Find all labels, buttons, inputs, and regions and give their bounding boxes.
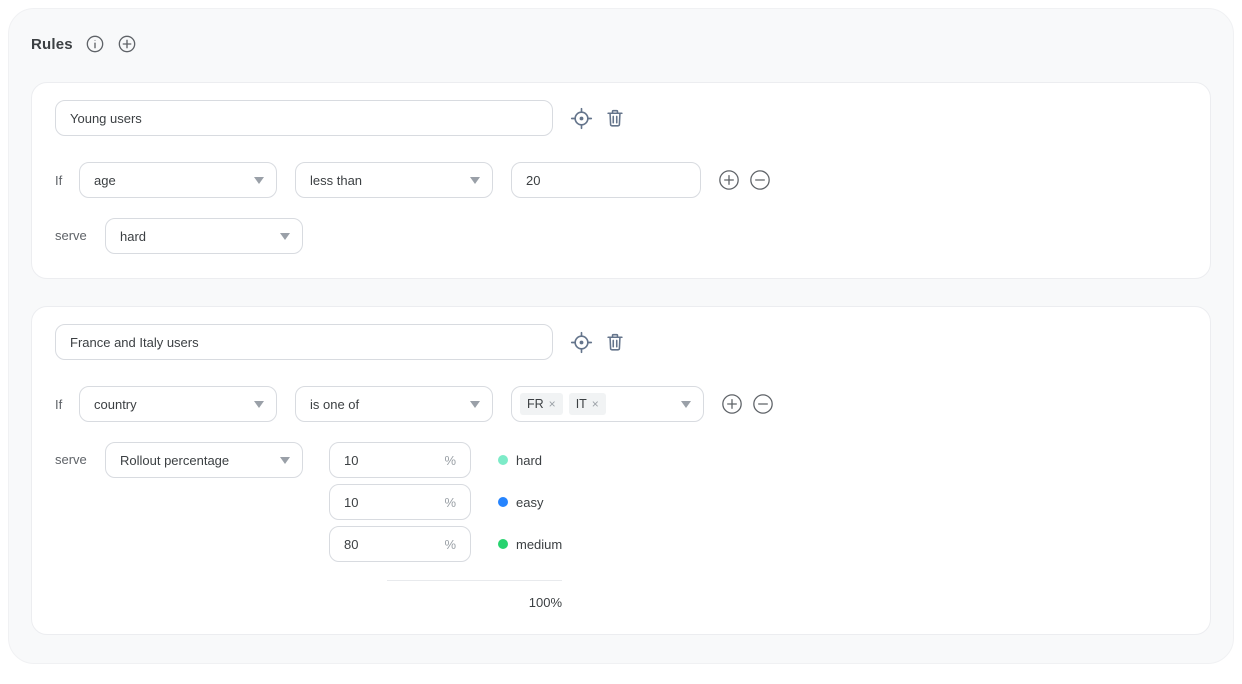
condition-buttons bbox=[704, 393, 774, 415]
add-rule-button[interactable] bbox=[117, 34, 137, 54]
variant-dot bbox=[498, 497, 508, 507]
chip-remove-icon[interactable]: × bbox=[592, 398, 599, 410]
percent-sign: % bbox=[444, 453, 456, 468]
trash-icon[interactable] bbox=[604, 107, 626, 129]
variant-label: medium bbox=[516, 537, 562, 552]
rule-card: If country is one of FR × IT × bbox=[31, 306, 1211, 635]
percent-input[interactable]: 10 % bbox=[329, 442, 471, 478]
rule-name-input[interactable] bbox=[55, 100, 553, 136]
rules-panel: Rules bbox=[8, 8, 1234, 664]
value-chip-label: FR bbox=[527, 397, 544, 411]
minus-circle-icon[interactable] bbox=[752, 393, 774, 415]
attribute-select[interactable]: country bbox=[79, 386, 277, 422]
percent-value: 10 bbox=[344, 453, 358, 468]
info-icon[interactable] bbox=[85, 34, 105, 54]
chip-remove-icon[interactable]: × bbox=[549, 398, 556, 410]
rollout-total: 100% bbox=[329, 595, 562, 610]
condition-row: If age less than bbox=[55, 162, 1187, 198]
plus-circle-icon[interactable] bbox=[721, 393, 743, 415]
chevron-down-icon bbox=[254, 177, 264, 184]
rule-name-input[interactable] bbox=[55, 324, 553, 360]
serve-row: serve hard bbox=[55, 218, 1187, 254]
variant-row: 10 % hard bbox=[329, 442, 562, 478]
rollout-divider bbox=[387, 580, 562, 581]
attribute-select-value: age bbox=[94, 173, 116, 188]
plus-circle-icon[interactable] bbox=[718, 169, 740, 191]
serve-label: serve bbox=[55, 442, 105, 478]
variant-row: 80 % medium bbox=[329, 526, 562, 562]
operator-select-value: is one of bbox=[310, 397, 359, 412]
attribute-select[interactable]: age bbox=[79, 162, 277, 198]
rule-title-row bbox=[55, 100, 1187, 136]
percent-sign: % bbox=[444, 495, 456, 510]
variant-dot bbox=[498, 539, 508, 549]
trash-icon[interactable] bbox=[604, 331, 626, 353]
chevron-down-icon bbox=[280, 457, 290, 464]
percent-sign: % bbox=[444, 537, 456, 552]
value-chip[interactable]: FR × bbox=[520, 393, 563, 415]
percent-input[interactable]: 10 % bbox=[329, 484, 471, 520]
serve-select-value: hard bbox=[120, 229, 146, 244]
if-label: If bbox=[55, 397, 79, 412]
percent-input[interactable]: 80 % bbox=[329, 526, 471, 562]
operator-select[interactable]: is one of bbox=[295, 386, 493, 422]
if-label: If bbox=[55, 173, 79, 188]
minus-circle-icon[interactable] bbox=[749, 169, 771, 191]
rule-card: If age less than bbox=[31, 82, 1211, 279]
rule-actions bbox=[570, 331, 626, 354]
condition-buttons bbox=[701, 169, 771, 191]
condition-row: If country is one of FR × IT × bbox=[55, 386, 1187, 422]
chevron-down-icon bbox=[280, 233, 290, 240]
chevron-down-icon bbox=[254, 401, 264, 408]
condition-value-input[interactable] bbox=[511, 162, 701, 198]
chevron-down-icon bbox=[681, 401, 691, 408]
serve-select[interactable]: Rollout percentage bbox=[105, 442, 303, 478]
rule-title-row bbox=[55, 324, 1187, 360]
value-chip[interactable]: IT × bbox=[569, 393, 606, 415]
serve-select[interactable]: hard bbox=[105, 218, 303, 254]
percent-value: 10 bbox=[344, 495, 358, 510]
variant-label: hard bbox=[516, 453, 542, 468]
values-multiselect[interactable]: FR × IT × bbox=[511, 386, 704, 422]
serve-label: serve bbox=[55, 218, 105, 254]
rules-list: If age less than bbox=[9, 82, 1233, 635]
page-title: Rules bbox=[31, 36, 73, 53]
serve-select-value: Rollout percentage bbox=[120, 453, 229, 468]
operator-select[interactable]: less than bbox=[295, 162, 493, 198]
attribute-select-value: country bbox=[94, 397, 137, 412]
variant-label: easy bbox=[516, 495, 543, 510]
rule-actions bbox=[570, 107, 626, 130]
variant-dot bbox=[498, 455, 508, 465]
operator-select-value: less than bbox=[310, 173, 362, 188]
target-icon[interactable] bbox=[570, 107, 593, 130]
serve-row: serve Rollout percentage 10 % hard bbox=[55, 442, 1187, 610]
rules-header: Rules bbox=[9, 9, 1233, 54]
chevron-down-icon bbox=[470, 401, 480, 408]
target-icon[interactable] bbox=[570, 331, 593, 354]
value-chip-label: IT bbox=[576, 397, 587, 411]
variant-row: 10 % easy bbox=[329, 484, 562, 520]
rollout-column: 10 % hard 10 % easy bbox=[329, 442, 562, 610]
chevron-down-icon bbox=[470, 177, 480, 184]
percent-value: 80 bbox=[344, 537, 358, 552]
